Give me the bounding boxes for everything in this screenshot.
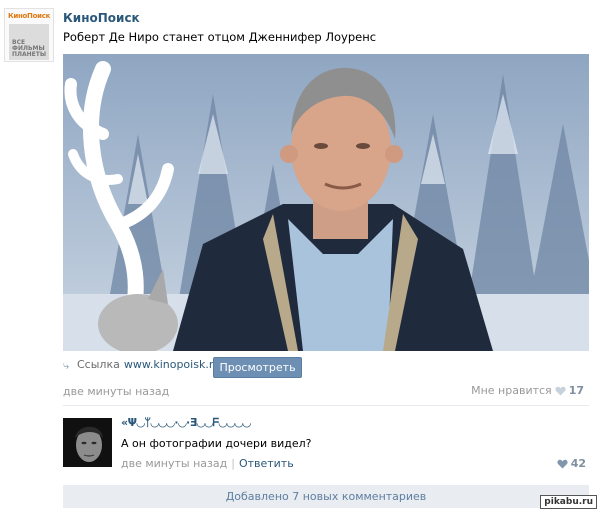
watermark: pikabu.ru bbox=[540, 495, 597, 509]
photo-illustration bbox=[63, 54, 589, 351]
comment-author[interactable]: «Ψ◡ᛘ◡◡◡·◡·Ǝ◡◡ᖴ◡◡◡◡ bbox=[121, 416, 251, 430]
avatar-face bbox=[63, 418, 112, 467]
comment-avatar[interactable] bbox=[63, 418, 112, 467]
group-avatar-slogan: ВСЕ ФИЛЬМЫ ПЛАНЕТЫ bbox=[12, 39, 47, 58]
heart-icon bbox=[555, 386, 566, 396]
post-link[interactable]: ⤷ Ссылка www.kinopoisk.ru bbox=[63, 358, 220, 372]
group-avatar[interactable]: КиноПоиск ВСЕ ФИЛЬМЫ ПЛАНЕТЫ bbox=[4, 8, 54, 62]
post-photo[interactable] bbox=[63, 54, 589, 351]
like-label: Мне нравится bbox=[471, 384, 552, 397]
link-url[interactable]: www.kinopoisk.ru bbox=[124, 358, 220, 371]
comment-time[interactable]: две минуты назад bbox=[121, 457, 227, 470]
reply-link[interactable]: Ответить bbox=[239, 457, 294, 470]
like-count: 17 bbox=[568, 384, 584, 397]
comment-meta: две минуты назад | Ответить bbox=[121, 457, 294, 470]
comment-like-count: 42 bbox=[570, 457, 586, 470]
meta-separator: | bbox=[231, 457, 235, 470]
link-label: Ссылка bbox=[77, 358, 120, 371]
post-text: Роберт Де Ниро станет отцом Дженнифер Ло… bbox=[63, 30, 377, 44]
comment-like-button[interactable]: 42 bbox=[557, 457, 586, 470]
link-arrow-icon: ⤷ bbox=[63, 358, 70, 372]
group-name-link[interactable]: КиноПоиск bbox=[63, 11, 140, 25]
comment-text: А он фотографии дочери видел? bbox=[121, 437, 312, 450]
post-time[interactable]: две минуты назад bbox=[63, 385, 169, 398]
divider bbox=[63, 405, 589, 406]
group-avatar-logo: КиноПоиск bbox=[7, 12, 51, 20]
post-like-button[interactable]: Мне нравится 17 bbox=[471, 384, 584, 397]
more-comments-bar[interactable]: Добавлено 7 новых комментариев bbox=[63, 485, 589, 508]
wall-post: КиноПоиск ВСЕ ФИЛЬМЫ ПЛАНЕТЫ КиноПоиск Р… bbox=[0, 0, 600, 512]
heart-icon bbox=[557, 459, 568, 469]
filmstrip-icon: ВСЕ ФИЛЬМЫ ПЛАНЕТЫ bbox=[9, 24, 49, 60]
view-button[interactable]: Просмотреть bbox=[213, 357, 302, 378]
